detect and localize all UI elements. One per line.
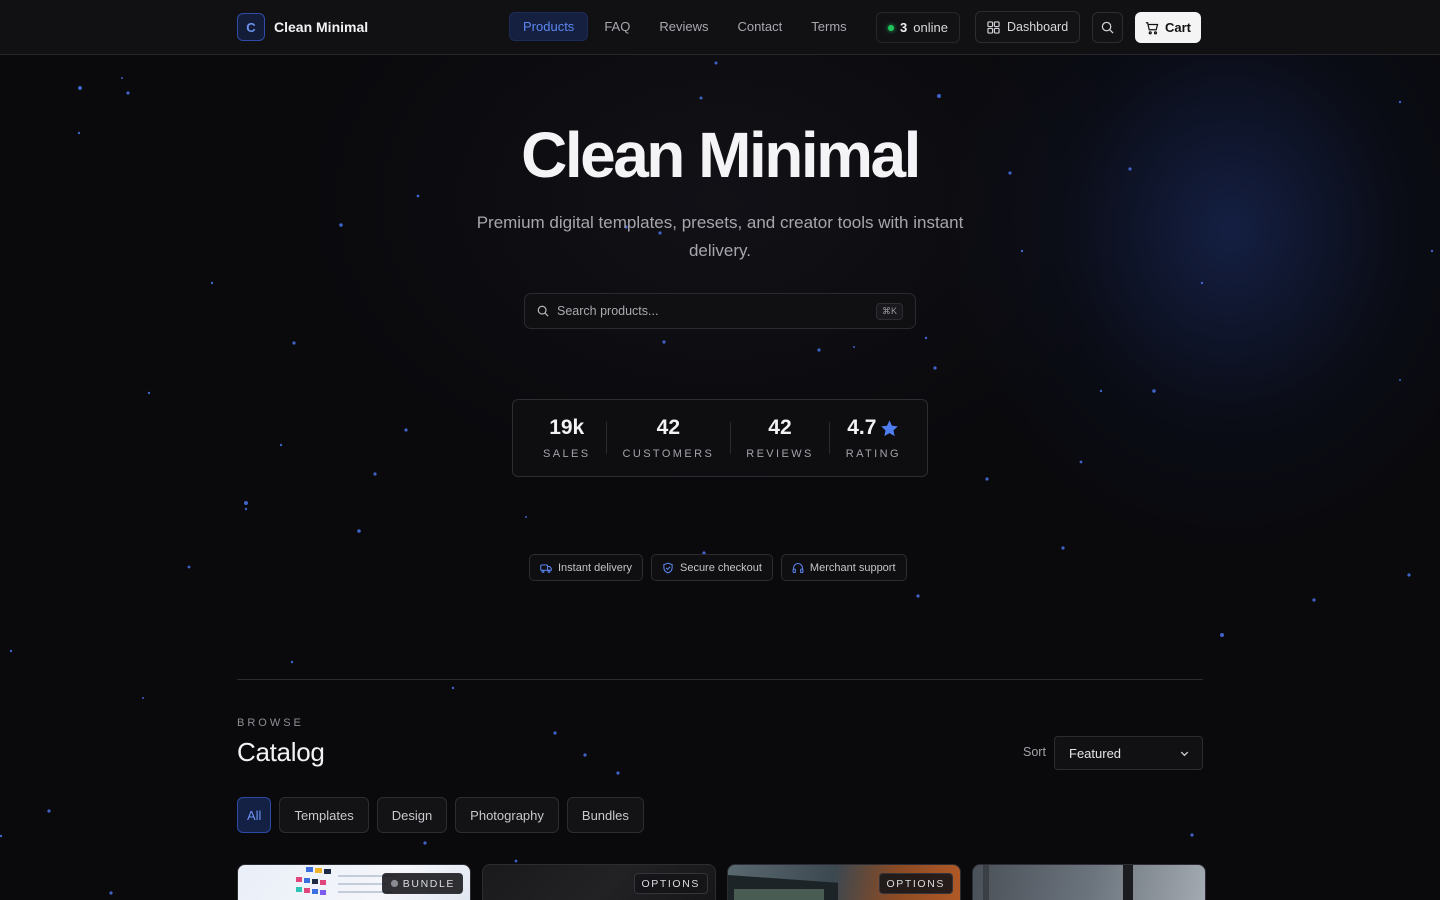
online-status-dot [888, 24, 894, 31]
shield-icon [663, 562, 673, 573]
category-filters: All Templates Design Photography Bundles [237, 797, 644, 833]
online-indicator: 3 online [876, 12, 960, 43]
search-shortcut-key: ⌘K [875, 302, 903, 320]
stats-panel: 19k SALES 42 CUSTOMERS 42 REVIEWS 4.7 RA… [512, 399, 928, 477]
nav-link-terms[interactable]: Terms [798, 12, 859, 41]
nav-link-reviews[interactable]: Reviews [646, 12, 721, 41]
badge-merchant-support: Merchant support [780, 554, 907, 581]
stat-customers: 42 CUSTOMERS [623, 416, 715, 460]
nav-link-contact[interactable]: Contact [724, 12, 795, 41]
badge-instant-delivery: Instant delivery [529, 554, 643, 581]
brand[interactable]: C Clean Minimal [237, 13, 368, 41]
trust-badges: Instant delivery Secure checkout Merchan… [529, 554, 907, 581]
product-tag-label: BUNDLE [402, 877, 455, 890]
stat-label: SALES [543, 448, 591, 460]
product-grid: BUNDLE OPTIONS OPTIONS [237, 864, 1206, 900]
brand-logo: C [237, 13, 265, 41]
dashboard-button[interactable]: Dashboard [975, 11, 1081, 43]
stat-label: CUSTOMERS [622, 448, 715, 460]
stat-value: 42 [656, 416, 681, 439]
stat-divider [729, 422, 731, 454]
hero-title: Clean Minimal [521, 119, 921, 191]
stat-label: RATING [845, 448, 901, 460]
search-button[interactable] [1092, 12, 1123, 43]
section-eyebrow: BROWSE [237, 717, 304, 729]
product-thumbnail [983, 865, 1133, 900]
stat-label: REVIEWS [746, 448, 814, 460]
filter-templates[interactable]: Templates [279, 797, 369, 833]
cart-label: Cart [1165, 20, 1192, 35]
headphones-icon [792, 562, 804, 573]
sort-select[interactable]: Featured [1054, 736, 1203, 770]
sort-value: Featured [1069, 745, 1122, 761]
product-tag: OPTIONS [878, 873, 953, 894]
filter-all[interactable]: All [237, 797, 272, 833]
product-card[interactable]: BUNDLE [237, 864, 471, 900]
product-tag: OPTIONS [633, 873, 708, 894]
stat-divider [829, 422, 831, 454]
badge-label: Secure checkout [679, 561, 762, 574]
section-divider [237, 679, 1203, 680]
stat-value: 42 [768, 416, 792, 439]
chevron-down-icon [1180, 751, 1189, 756]
cart-icon [1145, 21, 1159, 34]
filter-bundles[interactable]: Bundles [566, 797, 644, 833]
brand-name: Clean Minimal [274, 19, 369, 35]
badge-label: Merchant support [809, 561, 896, 574]
product-card[interactable] [972, 864, 1206, 900]
product-tag-label: OPTIONS [641, 877, 700, 890]
product-search[interactable]: ⌘K [524, 293, 916, 329]
rating-number: 4.7 [847, 416, 877, 439]
filter-design[interactable]: Design [376, 797, 448, 833]
nav-link-products[interactable]: Products [509, 12, 589, 41]
stat-value-rating: 4.7 [846, 416, 901, 440]
nav-link-faq[interactable]: FAQ [591, 12, 643, 41]
product-card[interactable]: OPTIONS [482, 864, 716, 900]
sort-label: Sort [1023, 745, 1046, 759]
badge-label: Instant delivery [558, 561, 632, 574]
search-icon [1101, 21, 1114, 34]
star-icon [881, 419, 899, 436]
online-count: 3 [900, 20, 908, 35]
search-input[interactable] [557, 304, 868, 318]
hero-subtitle: Premium digital templates, presets, and … [476, 213, 964, 260]
top-navbar: C Clean Minimal Products FAQ Reviews Con… [0, 0, 1440, 55]
badge-secure-checkout: Secure checkout [650, 554, 773, 581]
search-icon [537, 305, 549, 317]
stat-rating: 4.7 RATING [846, 416, 901, 460]
truck-icon [540, 563, 552, 573]
dashboard-label: Dashboard [1007, 20, 1069, 34]
product-tag-label: OPTIONS [886, 877, 945, 890]
product-card[interactable]: OPTIONS [727, 864, 961, 900]
online-label: online [913, 20, 948, 35]
cart-button[interactable]: Cart [1135, 12, 1202, 43]
stat-divider [605, 422, 607, 454]
stat-value: 19k [549, 416, 585, 439]
stat-reviews: 42 REVIEWS [746, 416, 814, 460]
stat-sales: 19k SALES [543, 416, 590, 460]
dashboard-grid-icon [987, 20, 1000, 34]
product-tag: BUNDLE [381, 873, 463, 894]
catalog-title: Catalog [237, 737, 325, 767]
bundle-icon [390, 879, 398, 888]
filter-photography[interactable]: Photography [455, 797, 559, 833]
nav-links: Products FAQ Reviews Contact Terms [509, 12, 860, 41]
